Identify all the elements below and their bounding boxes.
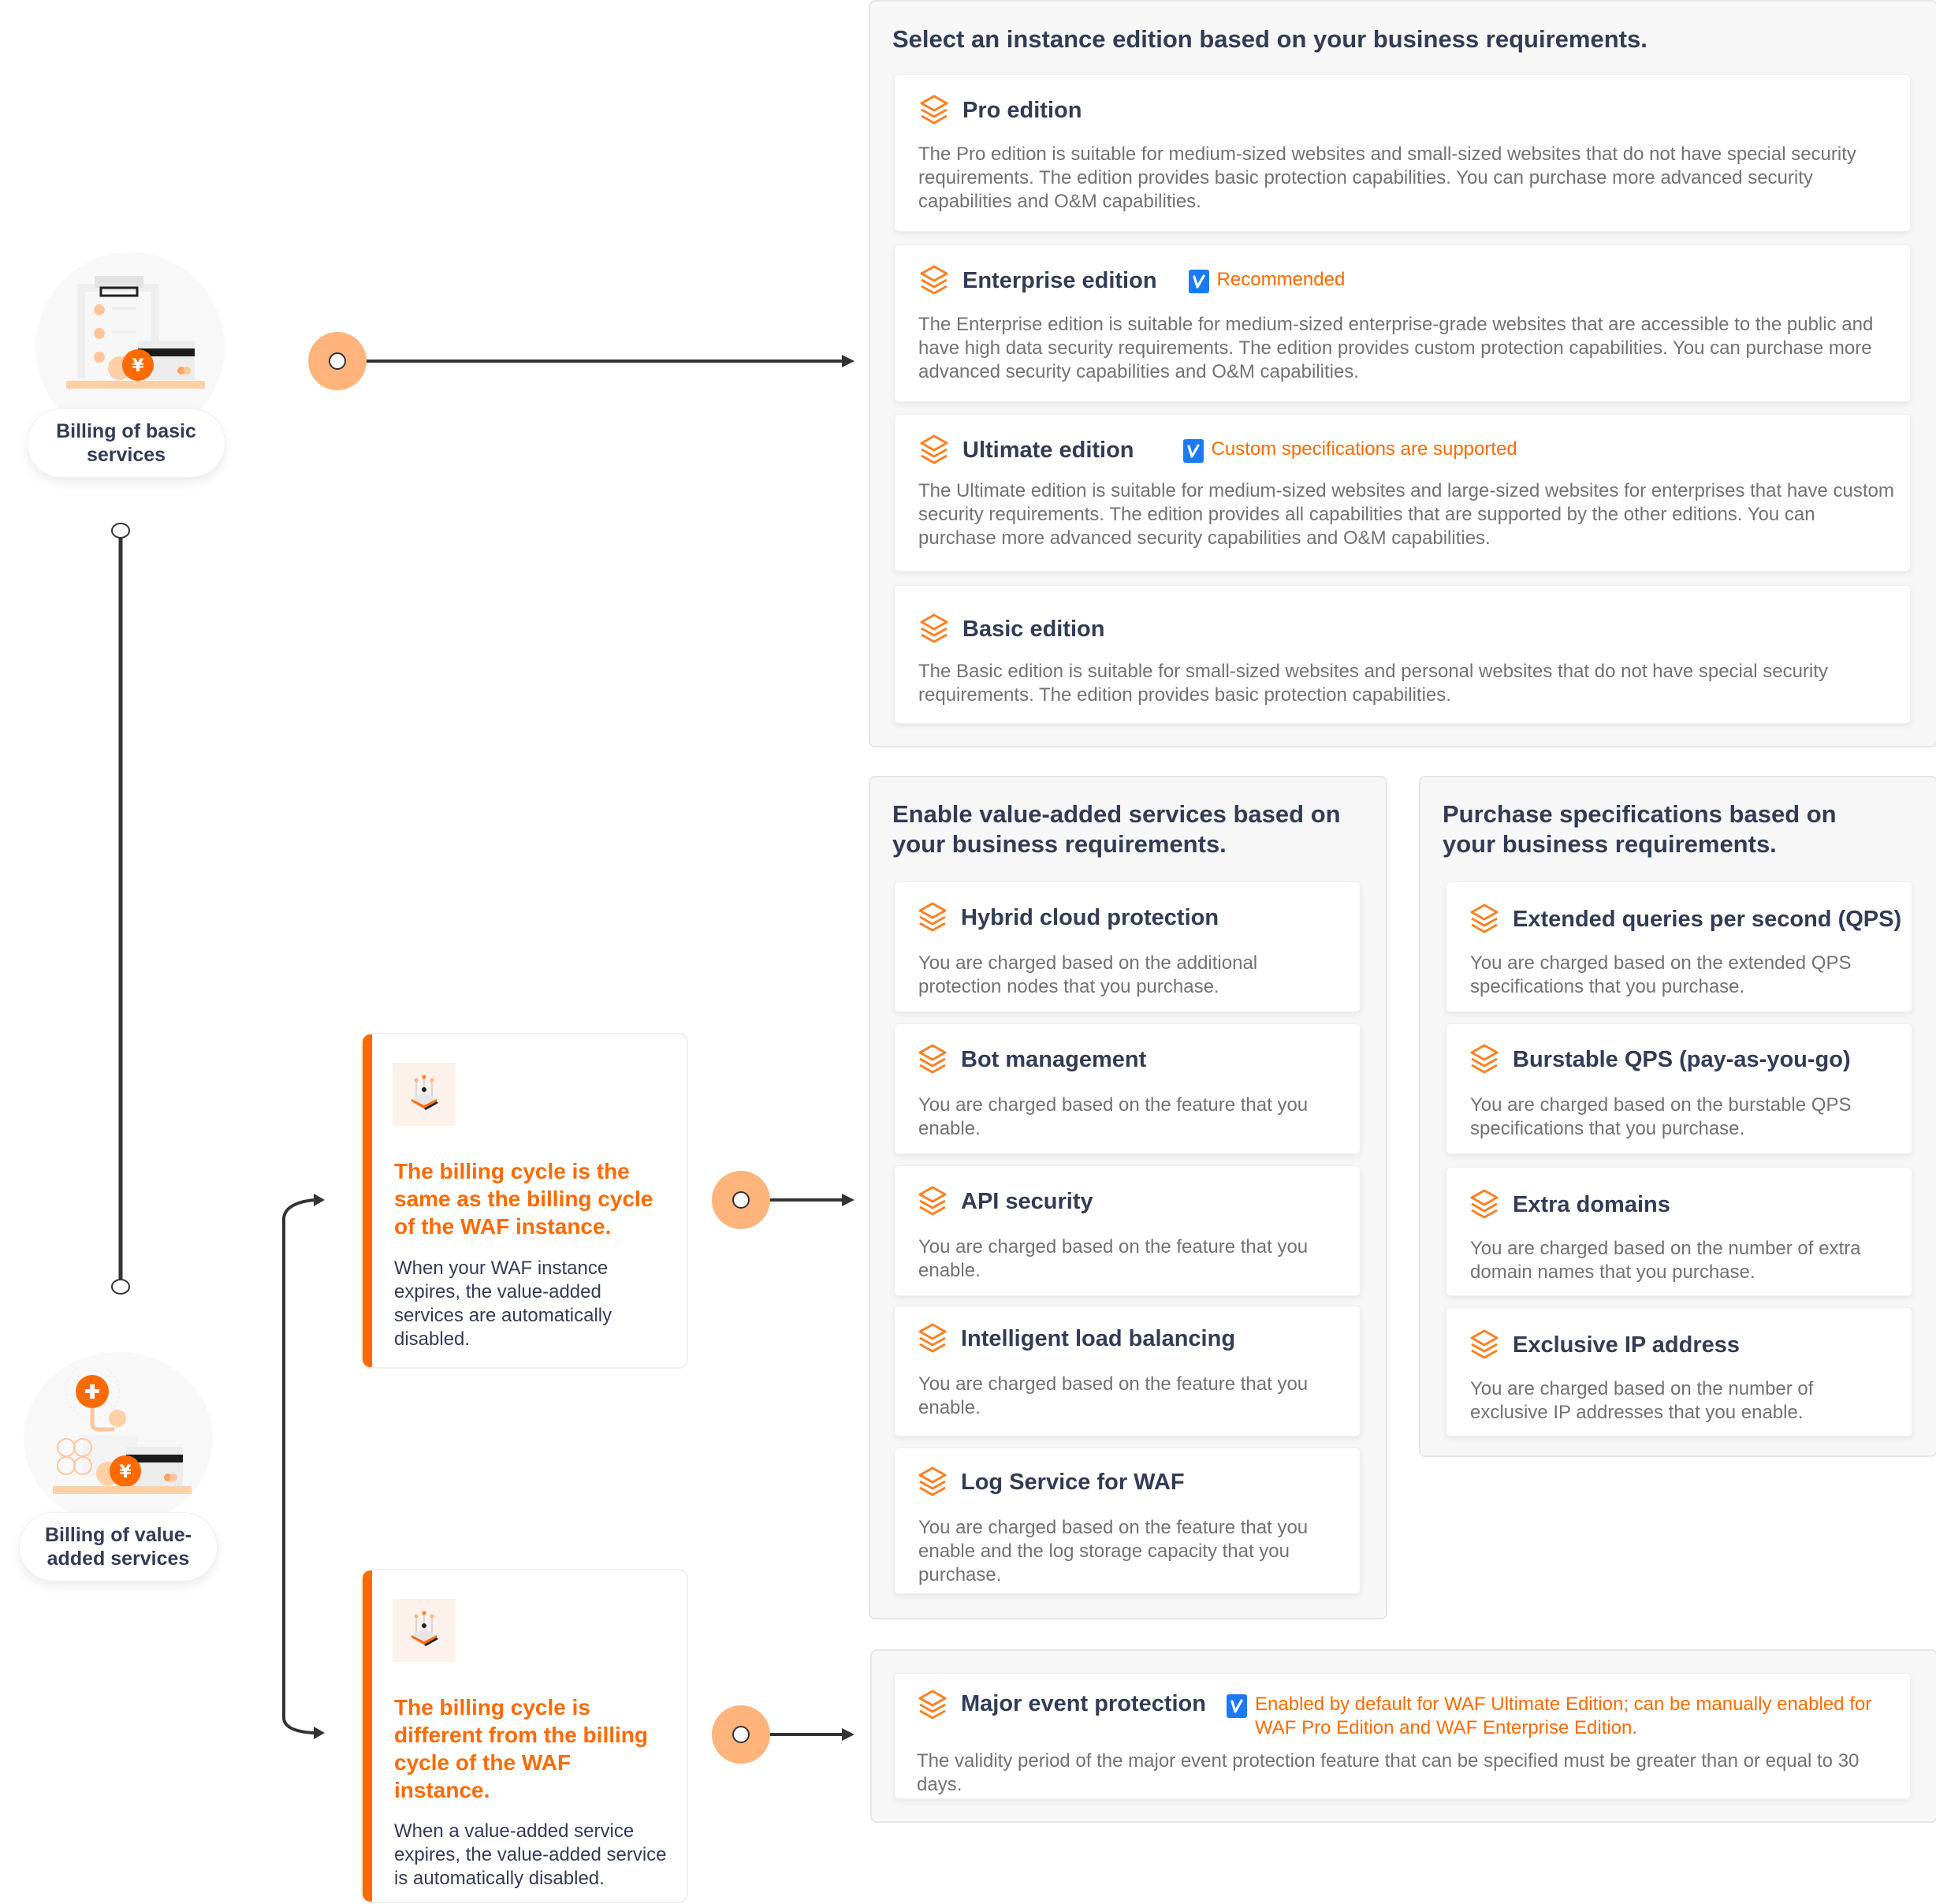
layers-icon: [915, 1184, 950, 1219]
spec-card[interactable]: Extended queries per second (QPS) You ar…: [1446, 881, 1912, 1012]
service-desc: You are charged based on the feature tha…: [918, 1236, 1309, 1281]
spec-name: Extended queries per second (QPS): [1513, 906, 1902, 932]
edition-desc: The Enterprise edition is suitable for m…: [918, 314, 1874, 382]
arrow-to-major-event: [842, 1728, 854, 1741]
edition-name: Enterprise edition: [962, 267, 1157, 293]
service-name: Hybrid cloud protection: [961, 904, 1219, 930]
vas-billing-label: Billing of value-added services: [19, 1512, 218, 1582]
bracket-connector: [282, 1198, 315, 1734]
layers-icon: [915, 1042, 950, 1077]
accent-bar: [363, 1571, 372, 1902]
major-event-desc: The validity period of the major event p…: [917, 1750, 1860, 1795]
edition-name: Basic edition: [962, 616, 1105, 642]
service-desc: You are charged based on the additional …: [918, 952, 1258, 997]
edition-desc: The Ultimate edition is suitable for med…: [918, 480, 1894, 549]
service-card[interactable]: Hybrid cloud protection You are charged …: [894, 881, 1361, 1012]
edition-card-basic[interactable]: Basic edition The Basic edition is suita…: [894, 585, 1911, 724]
bracket-arrow-bottom: [314, 1727, 325, 1739]
service-card[interactable]: Intelligent load balancing You are charg…: [894, 1306, 1361, 1436]
layers-icon: [1467, 1042, 1502, 1077]
svg-text:¥: ¥: [132, 356, 144, 376]
cycle-desc: When a value-added service expires, the …: [394, 1820, 667, 1889]
major-event-name: Major event protection: [961, 1691, 1206, 1716]
major-event-tag: Enabled by default for WAF Ultimate Edit…: [1227, 1693, 1878, 1740]
edition-desc: The Basic edition is suitable for small-…: [918, 661, 1828, 706]
layers-icon: [915, 900, 950, 935]
cycle-title: The billing cycle is the same as the bil…: [394, 1159, 653, 1239]
specifications-title: Purchase specifications based on your bu…: [1443, 800, 1837, 858]
connector-end-top: [111, 523, 130, 538]
specifications-panel: Purchase specifications based on your bu…: [1419, 776, 1936, 1457]
edition-card-ultimate[interactable]: Ultimate edition Custom specifications a…: [894, 414, 1911, 572]
layers-icon: [917, 93, 951, 128]
layers-icon: [915, 1688, 950, 1723]
spec-desc: You are charged based on the burstable Q…: [1470, 1094, 1852, 1139]
flow-node-basic: [308, 332, 367, 390]
spec-card[interactable]: Exclusive IP address You are charged bas…: [1446, 1307, 1912, 1436]
clipboard-yuan-icon: ¥: [63, 272, 205, 390]
waf-platform-icon: [393, 1063, 456, 1126]
spec-card[interactable]: Extra domains You are charged based on t…: [1446, 1167, 1912, 1296]
node-dot: [732, 1191, 750, 1209]
spec-desc: You are charged based on the extended QP…: [1470, 952, 1852, 997]
bracket-arrow-top: [314, 1194, 325, 1206]
service-name: API security: [961, 1188, 1093, 1214]
cycle-desc: When your WAF instance expires, the valu…: [394, 1258, 612, 1350]
value-added-panel: Enable value-added services based on you…: [869, 776, 1387, 1619]
spec-name: Extra domains: [1513, 1191, 1670, 1217]
service-desc: You are charged based on the feature tha…: [918, 1517, 1309, 1585]
service-name: Log Service for WAF: [961, 1469, 1185, 1495]
cycle-title: The billing cycle is different from the …: [394, 1695, 648, 1802]
layers-icon: [915, 1321, 950, 1356]
spec-name: Exclusive IP address: [1513, 1332, 1741, 1358]
custom-spec-tag: Custom specifications are supported: [1182, 438, 1517, 463]
svg-text:¥: ¥: [119, 1462, 132, 1482]
node-dot: [329, 352, 346, 370]
spec-desc: You are charged based on the number of e…: [1470, 1238, 1861, 1283]
edition-card-enterprise[interactable]: Enterprise edition Recommended The Enter…: [894, 244, 1911, 402]
value-added-title: Enable value-added services based on you…: [892, 800, 1341, 858]
recommended-tag: Recommended: [1188, 268, 1345, 293]
check-badge-icon: [1227, 1694, 1247, 1718]
service-desc: You are charged based on the feature tha…: [918, 1094, 1309, 1139]
service-name: Bot management: [961, 1046, 1147, 1072]
basic-billing-label: Billing of basic services: [27, 408, 225, 478]
service-card[interactable]: Log Service for WAF You are charged base…: [894, 1448, 1361, 1594]
edition-desc: The Pro edition is suitable for medium-s…: [918, 143, 1856, 212]
waf-platform-icon: [393, 1599, 456, 1662]
major-event-panel: Major event protection Enabled by defaul…: [870, 1649, 1936, 1823]
layers-icon: [917, 433, 951, 468]
accent-bar: [363, 1034, 372, 1367]
layers-icon: [915, 1465, 950, 1500]
layers-icon: [1467, 1187, 1502, 1222]
arrow-to-editions: [842, 355, 854, 367]
check-badge-icon: [1182, 439, 1204, 463]
edition-name: Ultimate edition: [962, 437, 1134, 463]
service-card[interactable]: API security You are charged based on th…: [894, 1165, 1361, 1296]
layers-icon: [1467, 1328, 1502, 1362]
service-card[interactable]: Bot management You are charged based on …: [894, 1023, 1361, 1154]
service-desc: You are charged based on the feature tha…: [918, 1373, 1309, 1418]
layers-icon: [917, 263, 951, 298]
check-badge-icon: [1188, 270, 1209, 293]
editions-title: Select an instance edition based on your…: [892, 25, 1647, 53]
arrow-to-value-added: [842, 1194, 854, 1206]
edition-card-pro[interactable]: Pro edition The Pro edition is suitable …: [894, 74, 1911, 232]
cycle-card-different: The billing cycle is different from the …: [361, 1569, 688, 1903]
connector-end-bottom: [111, 1279, 130, 1295]
node-dot: [732, 1726, 750, 1743]
spec-name: Burstable QPS (pay-as-you-go): [1513, 1046, 1851, 1072]
editions-panel: Select an instance edition based on your…: [869, 0, 1936, 747]
service-name: Intelligent load balancing: [961, 1325, 1236, 1351]
spec-desc: You are charged based on the number of e…: [1470, 1378, 1814, 1423]
cycle-card-same: The billing cycle is the same as the bil…: [361, 1033, 688, 1369]
layers-icon: [1467, 902, 1502, 937]
layers-icon: [917, 612, 951, 646]
major-event-card[interactable]: Major event protection Enabled by defaul…: [894, 1673, 1911, 1799]
spec-card[interactable]: Burstable QPS (pay-as-you-go) You are ch…: [1446, 1023, 1912, 1154]
flow-node-different-cycle: [712, 1705, 770, 1764]
edition-name: Pro edition: [962, 97, 1082, 123]
plus-yuan-card-icon: ¥: [51, 1364, 193, 1498]
flow-node-same-cycle: [712, 1171, 770, 1229]
